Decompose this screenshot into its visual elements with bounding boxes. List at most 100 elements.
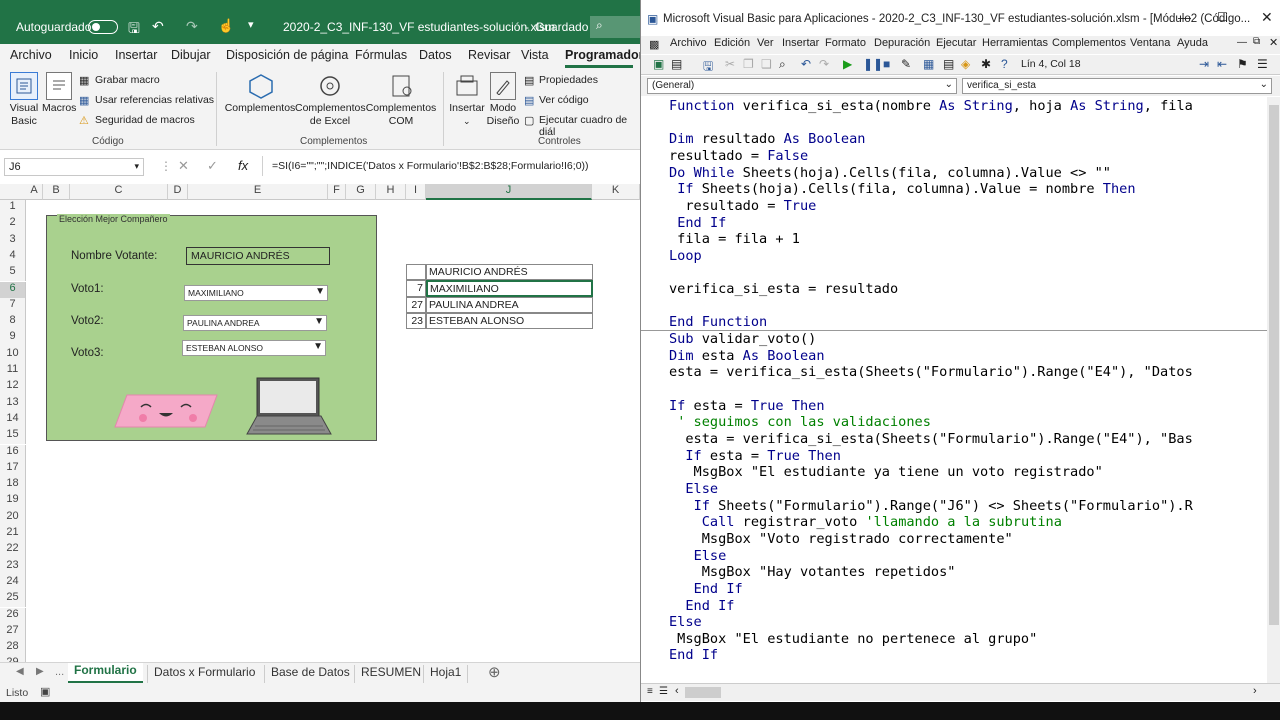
menu-archivo[interactable]: Archivo [670, 37, 707, 49]
outdent-icon[interactable]: ⇤ [1217, 57, 1227, 71]
code-line[interactable]: Else [669, 481, 718, 497]
col-header[interactable]: F [328, 184, 346, 200]
code-line[interactable]: Do While Sheets(hoja).Cells(fila, column… [669, 165, 1111, 181]
menu-insertar[interactable]: Insertar [782, 37, 819, 49]
menu-formato[interactable]: Formato [825, 37, 866, 49]
table-cell-index[interactable]: 27 [406, 296, 426, 313]
code-line[interactable]: esta = verifica_si_esta(Sheets("Formular… [669, 364, 1193, 380]
code-line[interactable]: MsgBox "Hay votantes repetidos" [669, 564, 956, 580]
row-header[interactable]: 13 [0, 395, 26, 412]
row-header[interactable]: 4 [0, 248, 26, 266]
name-box[interactable]: J6 ▾ [4, 158, 144, 176]
menu-ver[interactable]: Ver [757, 37, 774, 49]
tab-programador[interactable]: Programador [565, 48, 640, 62]
excel-addins-label[interactable]: Complementos de Excel [295, 102, 366, 128]
row-header[interactable]: 7 [0, 297, 26, 315]
table-cell-name[interactable]: ESTEBAN ALONSO [426, 312, 593, 330]
row-header[interactable]: 21 [0, 526, 26, 543]
undo-icon[interactable]: ↶ [801, 57, 811, 71]
voto3-dropdown[interactable]: ESTEBAN ALONSO ▼ [182, 340, 326, 356]
code-line[interactable]: Dim resultado As Boolean [669, 131, 865, 147]
child-restore-icon[interactable]: ⧉ [1253, 36, 1260, 47]
row-header[interactable]: 18 [0, 477, 26, 494]
child-minimize-icon[interactable]: — [1237, 37, 1247, 48]
insert-module-icon[interactable]: ▤ [671, 57, 682, 71]
nombre-field[interactable]: MAURICIO ANDRÉS [186, 247, 330, 265]
addins-icon[interactable] [247, 72, 275, 100]
menu-ventana[interactable]: Ventana [1130, 37, 1170, 49]
design-mode-icon[interactable]: ✎ [901, 57, 911, 71]
col-header-selected[interactable]: J [426, 184, 592, 200]
sheet-tab-hoja1[interactable]: Hoja1 [423, 665, 469, 683]
break-icon[interactable]: ❚❚ [863, 57, 883, 71]
project-explorer-icon[interactable]: ▦ [923, 57, 934, 71]
macro-security-button[interactable]: Seguridad de macros [95, 114, 195, 126]
enter-icon[interactable]: ✓ [207, 158, 218, 174]
code-line[interactable]: If esta = True Then [669, 448, 841, 464]
code-line[interactable]: MsgBox "Voto registrado correctamente" [669, 531, 1013, 547]
row-header[interactable]: 3 [0, 232, 26, 249]
table-cell-name[interactable]: PAULINA ANDREA [426, 296, 593, 313]
row-header[interactable]: 1 [0, 200, 26, 217]
code-line[interactable]: If Sheets("Formulario").Range("J6") <> S… [669, 498, 1193, 514]
maximize-icon[interactable]: ☐ [1217, 10, 1228, 24]
sheet-tab-datos[interactable]: Datos x Formulario [147, 665, 261, 683]
code-line[interactable]: Else [669, 614, 702, 630]
table-cell-index[interactable]: 7 [406, 280, 426, 297]
record-macro-button[interactable]: Grabar macro [95, 74, 160, 86]
prev-sheet-icon[interactable]: ◀ [16, 666, 24, 677]
code-line[interactable]: Sub validar_voto() [669, 331, 816, 347]
com-addins-icon[interactable] [388, 72, 416, 100]
redo-icon[interactable]: ↷ [819, 57, 829, 71]
row-header[interactable]: 27 [0, 623, 26, 641]
tab-disposicion[interactable]: Disposición de página [226, 48, 348, 62]
visual-basic-icon[interactable] [10, 72, 38, 100]
row-header[interactable]: 20 [0, 509, 26, 526]
code-line[interactable]: End If [669, 215, 726, 231]
code-line[interactable]: Loop [669, 248, 702, 264]
design-mode-icon[interactable] [490, 72, 516, 100]
col-header[interactable]: I [406, 184, 426, 200]
menu-edicion[interactable]: Edición [714, 37, 750, 49]
code-line[interactable]: Dim esta As Boolean [669, 348, 825, 364]
customize-qat-icon[interactable]: ▾ [248, 18, 254, 31]
code-line[interactable]: Else [669, 548, 727, 564]
code-vertical-scrollbar[interactable] [1267, 97, 1280, 683]
excel-view-icon[interactable]: ▣ [653, 57, 664, 71]
sheet-tab-base[interactable]: Base de Datos [264, 665, 356, 683]
code-line[interactable]: End If [669, 598, 734, 614]
add-sheet-icon[interactable]: ⊕ [488, 663, 501, 681]
tab-datos[interactable]: Datos [419, 48, 452, 62]
scroll-left-icon[interactable]: ‹ [675, 685, 679, 697]
code-editor[interactable]: Function verifica_si_esta(nombre As Stri… [641, 97, 1267, 682]
voto1-dropdown[interactable]: MAXIMILIANO ▼ [184, 285, 328, 301]
code-line[interactable]: MsgBox "El estudiante no pertenece al gr… [669, 631, 1037, 647]
tab-insertar[interactable]: Insertar [115, 48, 157, 62]
tab-dibujar[interactable]: Dibujar [171, 48, 211, 62]
row-header[interactable]: 15 [0, 428, 26, 445]
function-icon[interactable]: fx [238, 158, 248, 173]
row-header[interactable]: 14 [0, 411, 26, 429]
menu-herramientas[interactable]: Herramientas [982, 37, 1048, 49]
row-header[interactable]: 16 [0, 444, 26, 461]
code-line[interactable]: fila = fila + 1 [669, 231, 800, 247]
row-header[interactable]: 26 [0, 607, 26, 624]
find-icon[interactable]: ⌕ [779, 57, 786, 72]
row-header[interactable]: 24 [0, 574, 26, 592]
row-header[interactable]: 19 [0, 493, 26, 510]
row-header[interactable]: 2 [0, 216, 26, 233]
code-line[interactable]: resultado = True [669, 198, 816, 214]
tab-archivo[interactable]: Archivo [10, 48, 52, 62]
view-code-button[interactable]: Ver código [539, 94, 589, 106]
redo-icon[interactable]: ↷ [186, 18, 198, 35]
tab-formulas[interactable]: Fórmulas [355, 48, 407, 62]
indent-icon[interactable]: ⇥ [1199, 57, 1209, 71]
paste-icon[interactable]: ❑ [761, 57, 772, 71]
cancel-icon[interactable]: ✕ [178, 158, 189, 174]
relative-refs-button[interactable]: Usar referencias relativas [95, 94, 214, 106]
col-header[interactable]: C [70, 184, 168, 200]
excel-addins-icon[interactable] [316, 72, 344, 100]
run-dialog-button[interactable]: Ejecutar cuadro de diál [539, 114, 640, 138]
row-header[interactable]: 10 [0, 346, 26, 363]
procedure-combo[interactable]: verifica_si_esta ⌄ [962, 78, 1272, 94]
